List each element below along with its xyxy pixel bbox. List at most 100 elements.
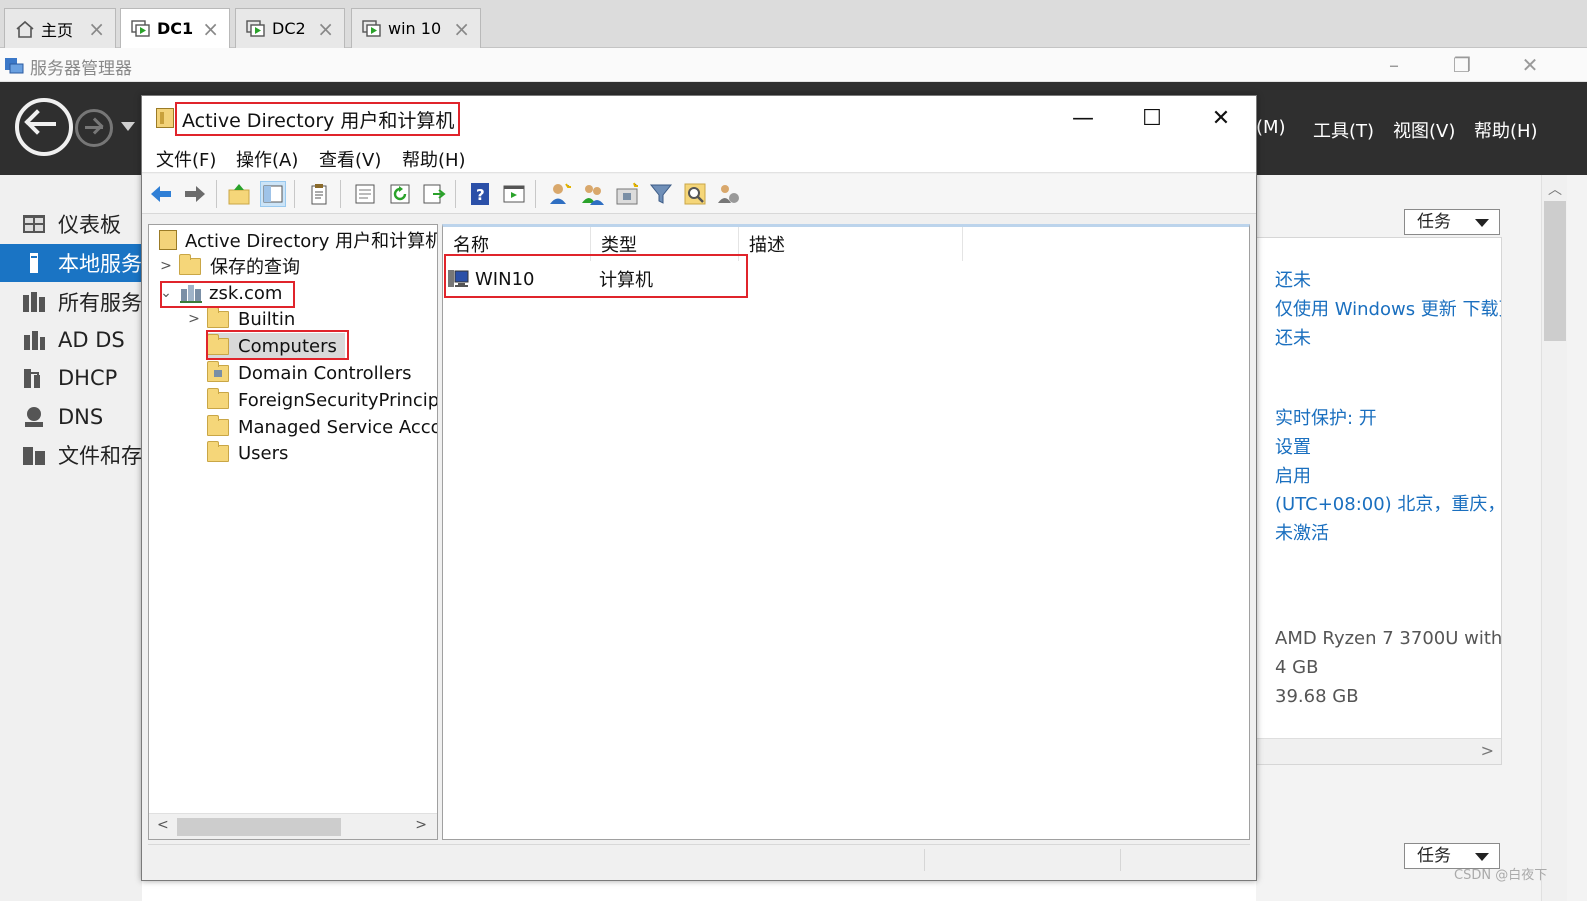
property-value: 39.68 GB [1275, 686, 1359, 707]
property-link[interactable]: 还未 [1275, 266, 1311, 292]
tasks-dropdown[interactable]: 任务 [1404, 209, 1500, 235]
close-icon[interactable]: × [453, 17, 470, 41]
export-list-icon[interactable] [421, 181, 447, 207]
horizontal-scrollbar[interactable]: < > [149, 813, 437, 839]
menu-help[interactable]: 帮助(H) [1474, 117, 1538, 143]
new-group-icon[interactable] [580, 181, 606, 207]
chevron-down-icon [1475, 853, 1489, 861]
close-icon[interactable]: × [88, 17, 105, 41]
property-link[interactable]: 未激活 [1275, 519, 1329, 545]
column-header-name[interactable]: 名称 [443, 227, 591, 261]
tree-item-computers[interactable]: Computers [207, 333, 345, 359]
sidebar-item-dhcp[interactable]: DHCP [0, 359, 142, 397]
close-button[interactable]: ✕ [1508, 50, 1552, 80]
back-arrow-icon[interactable] [15, 98, 73, 156]
tree-item-managed-service-accounts[interactable]: Managed Service Accou [207, 414, 437, 440]
properties-icon[interactable] [352, 181, 378, 207]
sidebar-item-file-storage[interactable]: 文件和存 [0, 436, 142, 474]
all-servers-icon [22, 291, 46, 313]
home-icon [15, 20, 35, 38]
find-icon[interactable] [682, 181, 708, 207]
menu-file[interactable]: 文件(F) [156, 146, 216, 172]
column-header-type[interactable]: 类型 [591, 227, 739, 261]
chevron-left-icon[interactable]: < [157, 817, 169, 833]
sidebar-item-all-servers[interactable]: 所有服务 [0, 283, 142, 321]
scrollbar-thumb[interactable] [177, 818, 341, 836]
up-folder-icon[interactable] [226, 181, 252, 207]
minimize-button[interactable]: — [1060, 104, 1106, 134]
forward-arrow-icon[interactable] [75, 109, 113, 147]
folder-icon [207, 306, 229, 328]
property-link[interactable]: 仅使用 Windows 更新 下载更 [1275, 295, 1501, 321]
file-storage-icon [22, 444, 46, 466]
sidebar-item-local-server[interactable]: 本地服务 [0, 244, 142, 282]
folder-icon [179, 253, 201, 275]
property-link[interactable]: 实时保护: 开 [1275, 404, 1377, 430]
tree-item-domain[interactable]: ⌄ zsk.com [159, 280, 282, 306]
forward-icon[interactable] [182, 181, 208, 207]
close-icon[interactable]: × [202, 17, 219, 41]
menu-action[interactable]: 操作(A) [236, 146, 298, 172]
property-link[interactable]: 设置 [1275, 433, 1311, 459]
tree-item-root[interactable]: Active Directory 用户和计算机 [ [159, 227, 437, 253]
menu-view[interactable]: 视图(V) [1393, 117, 1455, 143]
property-link[interactable]: (UTC+08:00) 北京，重庆，香 [1275, 490, 1501, 516]
sidebar-item-dns[interactable]: DNS [0, 398, 142, 436]
menu-help[interactable]: 帮助(H) [402, 146, 466, 172]
sidebar-item-dashboard[interactable]: 仪表板 [0, 205, 142, 243]
menu-tools[interactable]: 工具(T) [1313, 117, 1374, 143]
folder-icon [207, 440, 229, 462]
domain-icon [179, 283, 203, 303]
filter-icon[interactable] [648, 181, 674, 207]
local-server-icon [22, 252, 46, 274]
refresh-icon[interactable] [387, 181, 413, 207]
sidebar-item-ad-ds[interactable]: AD DS [0, 321, 142, 359]
clipboard-icon[interactable] [306, 181, 332, 207]
property-link[interactable]: 还未 [1275, 324, 1311, 350]
aduc-window: Active Directory 用户和计算机 — ☐ ✕ 文件(F) 操作(A… [141, 95, 1257, 881]
tree-item-domain-controllers[interactable]: Domain Controllers [207, 360, 412, 386]
new-user-icon[interactable] [546, 181, 572, 207]
close-button[interactable]: ✕ [1198, 104, 1244, 134]
horizontal-scrollbar[interactable]: > [1256, 738, 1501, 764]
scrollbar-thumb[interactable] [1544, 201, 1566, 341]
menu-view[interactable]: 查看(V) [319, 146, 381, 172]
vertical-scrollbar[interactable]: ︿ [1541, 175, 1567, 901]
column-header-description[interactable]: 描述 [739, 227, 963, 261]
minimize-button[interactable]: – [1372, 50, 1416, 80]
property-link[interactable]: 启用 [1275, 462, 1311, 488]
vm-tab-label: 主页 [41, 20, 74, 40]
menu-manage[interactable]: (M) [1256, 117, 1286, 138]
chevron-right-icon[interactable]: > [187, 311, 201, 327]
back-icon[interactable] [148, 181, 174, 207]
chevron-right-icon[interactable]: > [1481, 741, 1494, 760]
show-tree-icon[interactable] [260, 181, 286, 207]
new-ou-icon[interactable] [614, 181, 640, 207]
add-to-group-icon[interactable] [716, 181, 742, 207]
chevron-right-icon[interactable]: > [415, 817, 427, 833]
vm-tab-dc2[interactable]: DC2 × [235, 8, 345, 48]
tree-item-users[interactable]: Users [207, 440, 288, 466]
tree-item-label: Computers [238, 335, 337, 357]
help-icon[interactable]: ? [467, 181, 493, 207]
chevron-right-icon[interactable]: > [159, 258, 173, 274]
vm-tab-dc1[interactable]: DC1 × [120, 8, 230, 48]
tree-item-saved-queries[interactable]: > 保存的查询 [159, 253, 300, 279]
close-icon[interactable]: × [317, 17, 334, 41]
chevron-up-icon[interactable]: ︿ [1548, 179, 1562, 199]
sidebar-item-label: DNS [58, 405, 104, 429]
vm-tab-win10[interactable]: win 10 × [351, 8, 481, 48]
tree-item-foreign-security-principals[interactable]: ForeignSecurityPrincipal [207, 387, 437, 413]
show-action-pane-icon[interactable] [501, 181, 527, 207]
chevron-down-icon[interactable] [121, 122, 135, 131]
chevron-down-icon[interactable]: ⌄ [159, 285, 173, 301]
aduc-title: Active Directory 用户和计算机 [182, 110, 455, 132]
vm-tab-home[interactable]: 主页 × [4, 8, 116, 48]
tree-item-builtin[interactable]: > Builtin [187, 306, 295, 332]
aduc-root-icon [159, 230, 177, 250]
list-item[interactable]: WIN10 计算机 [447, 265, 747, 293]
restore-button[interactable]: ❐ [1440, 50, 1484, 80]
maximize-button[interactable]: ☐ [1129, 104, 1175, 134]
sidebar-item-label: DHCP [58, 366, 118, 390]
ou-folder-icon [207, 360, 229, 382]
